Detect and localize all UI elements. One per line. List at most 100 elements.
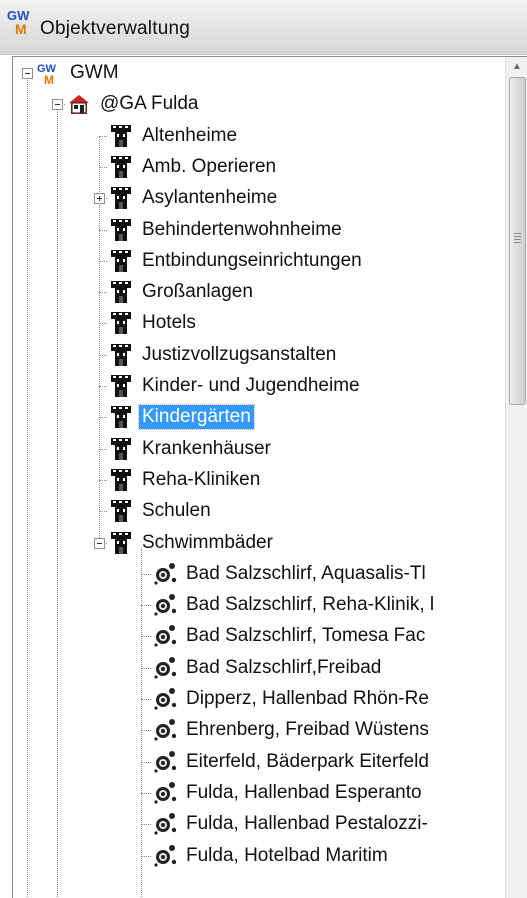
tree-node-category[interactable]: Reha-Kliniken bbox=[109, 465, 263, 495]
tree-node-pool[interactable]: Bad Salzschlirf, Tomesa Fac bbox=[153, 621, 428, 651]
building-icon bbox=[109, 218, 133, 242]
tree-connector-line bbox=[141, 636, 151, 638]
tree-connector-line bbox=[141, 824, 151, 826]
tree-item-label: Eiterfeld, Bäderpark Eiterfeld bbox=[186, 750, 429, 772]
tree-item-label: Fulda, Hallenbad Esperanto bbox=[186, 781, 422, 803]
tree-node-category[interactable]: Amb. Operieren bbox=[109, 152, 279, 182]
tree-item-label: Bad Salzschlirf, Aquasalis-Tl bbox=[186, 562, 426, 584]
tree-connector-line bbox=[99, 135, 107, 137]
tree-item-label: @GA Fulda bbox=[100, 93, 199, 115]
building-icon bbox=[109, 311, 133, 335]
tree-node-office[interactable]: @GA Fulda bbox=[67, 89, 202, 119]
tree-node-category[interactable]: Asylantenheime bbox=[109, 183, 280, 213]
tree-item-label: Bad Salzschlirf, Tomesa Fac bbox=[186, 625, 426, 647]
building-icon bbox=[109, 280, 133, 304]
pool-object-icon bbox=[153, 718, 177, 742]
building-icon bbox=[109, 124, 133, 148]
building-icon bbox=[109, 531, 133, 555]
tree-item-label: GWM bbox=[70, 62, 119, 83]
collapse-toggle-icon[interactable] bbox=[52, 99, 63, 111]
tree-node-category[interactable]: Entbindungseinrichtungen bbox=[109, 246, 365, 276]
tree-connector-line bbox=[99, 323, 107, 325]
building-icon bbox=[109, 249, 133, 273]
tree-connector-line bbox=[99, 386, 107, 387]
window-title: Objektverwaltung bbox=[40, 18, 190, 39]
vertical-scrollbar[interactable]: ▲ bbox=[505, 57, 527, 898]
tree-item-label: Altenheime bbox=[142, 124, 238, 146]
tree-node-pool[interactable]: Dipperz, Hallenbad Rhön-Re bbox=[153, 684, 432, 714]
tree-node-pool[interactable]: Fulda, Hotelbad Maritim bbox=[153, 841, 391, 871]
pool-object-icon bbox=[153, 750, 177, 774]
tree-item-label: Amb. Operieren bbox=[142, 155, 277, 177]
tree-connector-line bbox=[141, 699, 151, 700]
tree-item-label: Schwimmbäder bbox=[142, 531, 273, 553]
house-icon bbox=[67, 92, 91, 116]
tree-connector-line bbox=[141, 548, 142, 898]
object-tree[interactable]: ▲ GW M GWM @GA Fulda Altenheime Amb. Operiere… bbox=[12, 56, 527, 898]
tree-connector-line bbox=[99, 229, 107, 231]
tree-connector-line bbox=[99, 166, 107, 168]
tree-connector-line bbox=[141, 573, 151, 575]
tree-node-pool[interactable]: Bad Salzschlirf,Freibad bbox=[153, 653, 384, 683]
tree-connector-line bbox=[141, 855, 151, 857]
tree-connector-line bbox=[141, 730, 151, 732]
building-icon bbox=[109, 155, 133, 179]
tree-node-category[interactable]: Kinder- und Jugendheime bbox=[109, 371, 363, 401]
tree-node-category[interactable]: Justizvollzugsanstalten bbox=[109, 340, 339, 370]
tree-item-label: Entbindungseinrichtungen bbox=[142, 249, 362, 271]
tree-node-pool[interactable]: Bad Salzschlirf, Reha-Klinik, l bbox=[153, 590, 437, 620]
tree-node-category[interactable]: Kindergärten bbox=[109, 402, 255, 432]
building-icon bbox=[109, 186, 133, 210]
tree-node-pool[interactable]: Fulda, Hallenbad Pestalozzi- bbox=[153, 809, 431, 839]
pool-object-icon bbox=[153, 781, 177, 805]
tree-connector-line bbox=[141, 761, 151, 763]
tree-connector-line bbox=[27, 73, 28, 898]
collapse-toggle-icon[interactable] bbox=[94, 537, 105, 549]
svg-text:M: M bbox=[44, 73, 54, 85]
building-icon bbox=[109, 468, 133, 492]
scrollbar-grip-icon bbox=[514, 233, 521, 243]
scrollbar-thumb[interactable] bbox=[509, 77, 526, 405]
tree-node-pool[interactable]: Eiterfeld, Bäderpark Eiterfeld bbox=[153, 747, 432, 777]
tree-node-pool[interactable]: Bad Salzschlirf, Aquasalis-Tl bbox=[153, 559, 429, 589]
tree-node-category[interactable]: Hotels bbox=[109, 308, 199, 338]
tree-item-label: Dipperz, Hallenbad Rhön-Re bbox=[186, 688, 429, 709]
pool-object-icon bbox=[153, 593, 177, 617]
tree-connector-line bbox=[141, 667, 151, 669]
tree-connector-line bbox=[141, 605, 151, 607]
scroll-up-arrow-icon[interactable]: ▲ bbox=[506, 57, 527, 77]
tree-node-category[interactable]: Altenheime bbox=[109, 121, 240, 151]
tree-node-category[interactable]: Schulen bbox=[109, 496, 214, 526]
pool-object-icon bbox=[153, 562, 177, 586]
tree-item-label: Bad Salzschlirf,Freibad bbox=[186, 656, 382, 678]
tree-connector-line bbox=[57, 104, 58, 898]
building-icon bbox=[109, 405, 133, 429]
pool-object-icon bbox=[153, 844, 177, 868]
tree-item-label: Kinder- und Jugendheime bbox=[142, 375, 360, 396]
tree-node-pool[interactable]: Fulda, Hallenbad Esperanto bbox=[153, 778, 425, 808]
collapse-toggle-icon[interactable] bbox=[22, 68, 33, 79]
pool-object-icon bbox=[153, 687, 177, 711]
expand-toggle-icon[interactable] bbox=[94, 193, 105, 205]
tree-node-category[interactable]: Schwimmbäder bbox=[109, 528, 276, 558]
pool-object-icon bbox=[153, 656, 177, 680]
tree-connector-line bbox=[99, 448, 107, 450]
building-icon bbox=[109, 499, 133, 523]
building-icon bbox=[109, 374, 133, 398]
svg-text:M: M bbox=[15, 21, 27, 36]
tree-item-label: Bad Salzschlirf, Reha-Klinik, l bbox=[186, 594, 435, 616]
tree-node-category[interactable]: Krankenhäuser bbox=[109, 434, 274, 464]
tree-node-category[interactable]: Großanlagen bbox=[109, 277, 256, 307]
tree-item-label: Fulda, Hotelbad Maritim bbox=[186, 844, 388, 866]
tree-connector-line bbox=[99, 511, 107, 513]
tree-item-label: Schulen bbox=[142, 500, 211, 522]
tree-item-label: Ehrenberg, Freibad Wüstens bbox=[186, 719, 429, 741]
title-bar[interactable]: GW M Objektverwaltung bbox=[0, 0, 527, 55]
tree-item-label: Reha-Kliniken bbox=[142, 468, 261, 490]
tree-connector-line bbox=[99, 479, 107, 481]
tree-node-pool[interactable]: Ehrenberg, Freibad Wüstens bbox=[153, 715, 432, 745]
tree-connector-line bbox=[141, 792, 151, 794]
tree-item-label: Hotels bbox=[142, 312, 196, 334]
tree-node-category[interactable]: Behindertenwohnheime bbox=[109, 215, 345, 245]
tree-node-root[interactable]: GW M GWM bbox=[37, 58, 122, 88]
